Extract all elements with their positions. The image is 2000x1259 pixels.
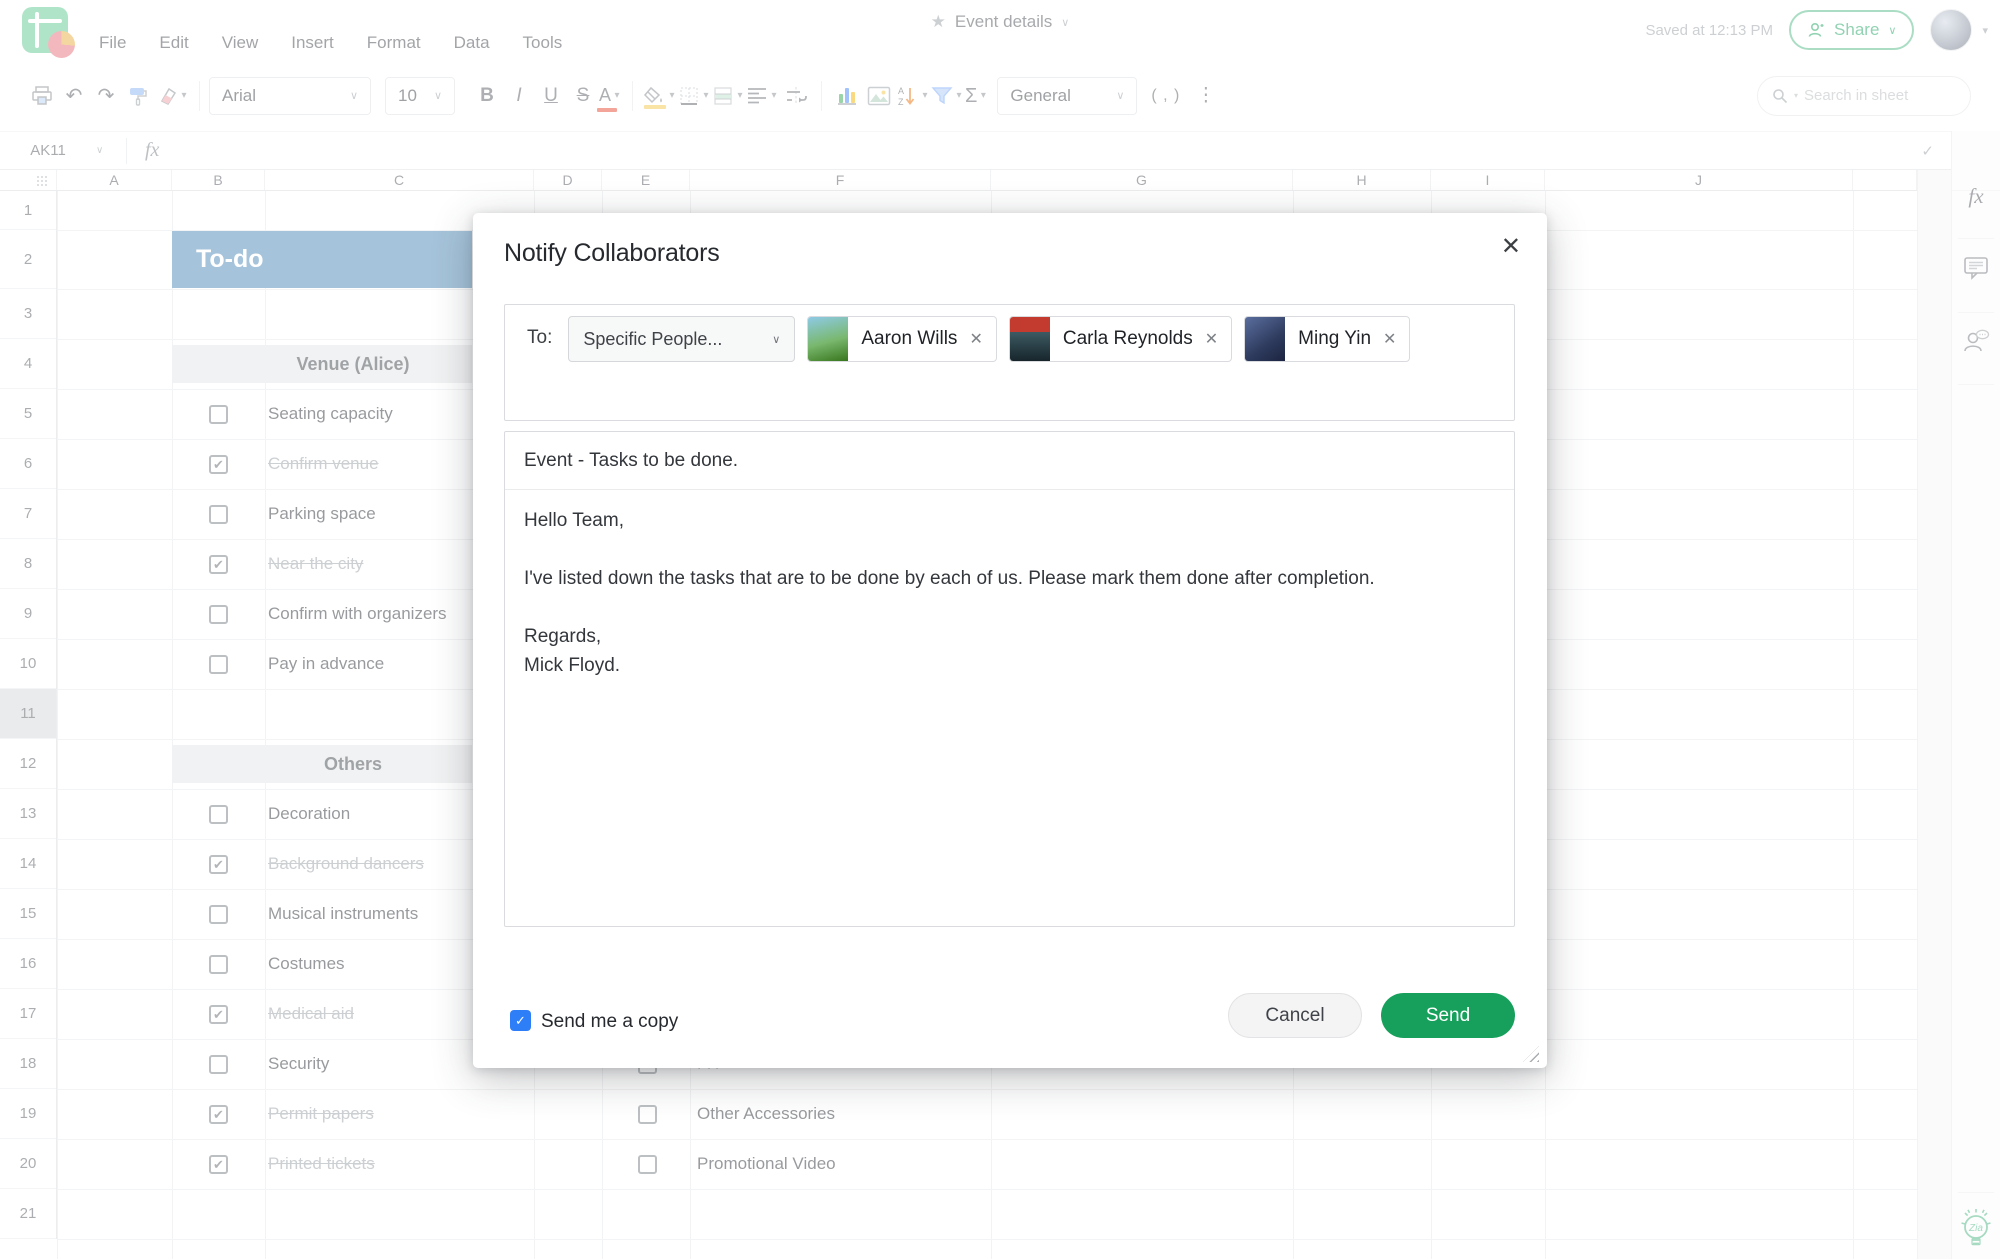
send-me-copy-checkbox[interactable]: ✓ [510, 1010, 531, 1031]
recipient-type-select[interactable]: Specific People... ∨ [568, 316, 796, 362]
send-button[interactable]: Send [1381, 993, 1515, 1038]
dialog-title: Notify Collaborators [504, 239, 720, 267]
recipient-type-chevron-icon: ∨ [772, 333, 781, 346]
remove-recipient-icon[interactable]: ✕ [969, 329, 982, 349]
notify-collaborators-dialog: Notify Collaborators ✕ To: Specific Peop… [473, 213, 1547, 1068]
close-icon[interactable]: ✕ [1501, 235, 1521, 259]
cancel-button[interactable]: Cancel [1228, 993, 1362, 1038]
recipient-type-value: Specific People... [583, 328, 723, 349]
dialog-resize-handle[interactable] [1523, 1046, 1539, 1062]
recipient-avatar [808, 317, 849, 361]
app-window: File Edit View Insert Format Data Tools … [0, 0, 2000, 1259]
send-me-copy-label: Send me a copy [541, 1011, 679, 1032]
remove-recipient-icon[interactable]: ✕ [1205, 329, 1218, 349]
message-box: Event - Tasks to be done. Hello Team, I'… [504, 431, 1515, 927]
recipient-chip: Ming Yin ✕ [1244, 316, 1411, 362]
subject-input[interactable]: Event - Tasks to be done. [505, 432, 1514, 490]
recipient-name: Ming Yin [1298, 328, 1372, 349]
recipient-avatar [1009, 317, 1050, 361]
recipient-avatar [1245, 317, 1286, 361]
message-body-input[interactable]: Hello Team, I've listed down the tasks t… [505, 490, 1514, 696]
recipient-chip: Aaron Wills ✕ [807, 316, 997, 362]
recipient-name: Aaron Wills [861, 328, 958, 349]
to-label: To: [527, 327, 553, 348]
remove-recipient-icon[interactable]: ✕ [1383, 329, 1396, 349]
recipients-field[interactable]: To: Specific People... ∨ Aaron Wills ✕ C… [504, 304, 1515, 421]
recipient-name: Carla Reynolds [1062, 328, 1193, 349]
recipient-chip: Carla Reynolds ✕ [1008, 316, 1233, 362]
